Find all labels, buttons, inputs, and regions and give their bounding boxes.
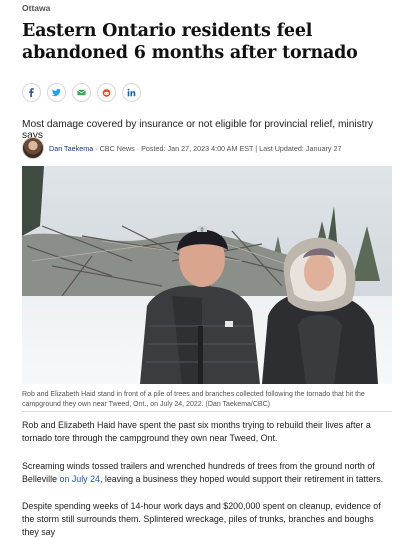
article-headline: Eastern Ontario residents feel abandoned… (22, 21, 358, 63)
section-label[interactable]: Ottawa (22, 3, 50, 13)
twitter-icon (52, 88, 61, 97)
photo-caption: Rob and Elizabeth Haid stand in front of… (22, 391, 365, 408)
email-icon (77, 89, 86, 96)
author-avatar[interactable] (22, 137, 44, 159)
body-paragraph-1: Rob and Elizabeth Haid have spent the pa… (22, 420, 371, 443)
byline-text: Dan Taekema · CBC News · Posted: Jan 27,… (49, 144, 341, 153)
article-photo[interactable]: 0 (22, 166, 392, 384)
body-paragraph-2: Screaming winds tossed trailers and wren… (22, 460, 390, 486)
facebook-icon (29, 88, 34, 97)
byline: Dan Taekema · CBC News · Posted: Jan 27,… (22, 137, 341, 159)
share-twitter-button[interactable] (47, 83, 66, 102)
reddit-icon (102, 88, 111, 97)
toque-text: 0 (201, 228, 204, 234)
body-paragraph-3: Despite spending weeks of 14-hour work d… (22, 501, 381, 537)
share-linkedin-button[interactable] (122, 83, 141, 102)
paragraph-2-text-end: , leaving a business they hoped would su… (99, 474, 384, 484)
byline-meta: · CBC News · Posted: Jan 27, 2023 4:00 A… (93, 143, 342, 153)
share-reddit-button[interactable] (97, 83, 116, 102)
author-link[interactable]: Dan Taekema (49, 144, 93, 153)
photo-illustration: 0 (22, 166, 392, 384)
date-link[interactable]: on July 24 (60, 474, 100, 484)
divider (22, 411, 392, 412)
linkedin-icon (127, 88, 136, 97)
share-email-button[interactable] (72, 83, 91, 102)
share-bar (22, 83, 141, 102)
share-facebook-button[interactable] (22, 83, 41, 102)
